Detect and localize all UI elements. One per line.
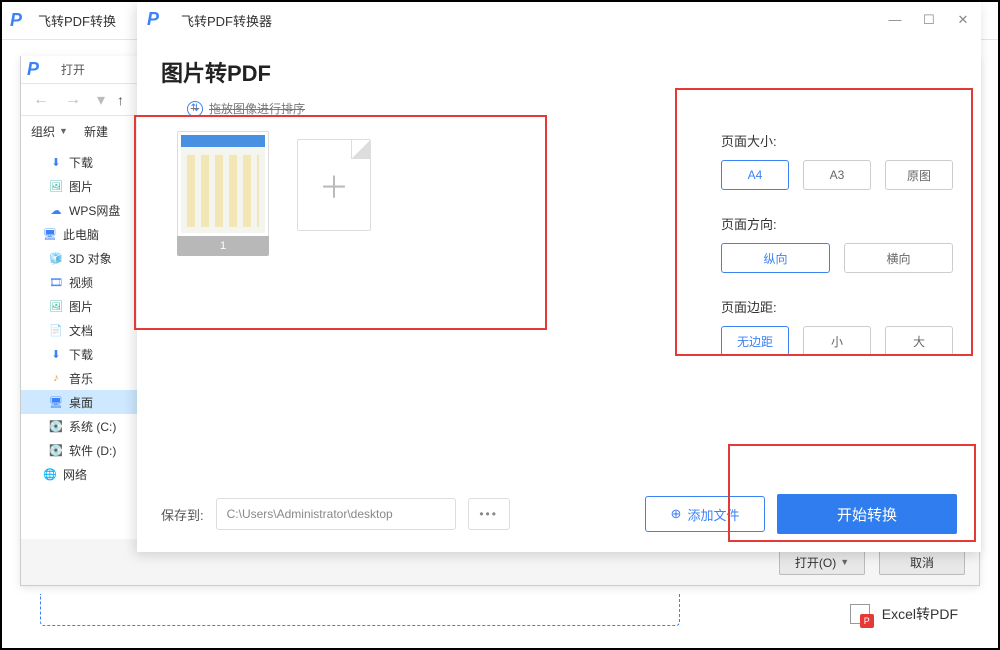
desktop-icon: 🖥	[49, 395, 63, 409]
converter-titlebar: P 飞转PDF转换器 ― ☐ ✕	[137, 2, 981, 38]
maximize-icon[interactable]: ☐	[921, 12, 937, 28]
sidebar-item[interactable]: ♪ 音乐	[21, 366, 142, 390]
option-button[interactable]: 无边距	[721, 326, 789, 356]
sidebar-item[interactable]: ⬇ 下载	[21, 150, 142, 174]
thumbnail-index: 1	[177, 236, 269, 256]
orientation-label: 页面方向:	[721, 214, 953, 233]
page-size-label: 页面大小:	[721, 131, 953, 150]
organize-menu[interactable]: 组织▼	[31, 123, 68, 140]
option-button[interactable]: 原图	[885, 160, 953, 190]
sidebar-item[interactable]: 🎞 视频	[21, 270, 142, 294]
browse-button[interactable]: •••	[468, 498, 510, 530]
sidebar-item-label: 视频	[69, 274, 93, 291]
sidebar-item-label: 下载	[69, 346, 93, 363]
excel-pdf-icon	[850, 604, 870, 624]
converter-window: P 飞转PDF转换器 ― ☐ ✕ 图片转PDF ⇅ 拖放图像进行排序 1 ＋	[137, 2, 981, 552]
download-icon: ⬇	[49, 347, 63, 361]
music-icon: ♪	[49, 371, 63, 385]
sidebar-item-label: 网络	[63, 466, 87, 483]
sidebar-item-label: WPS网盘	[69, 202, 120, 219]
thumbnails-area[interactable]: 1 ＋	[137, 131, 721, 380]
option-button[interactable]: 纵向	[721, 243, 830, 273]
margin-label: 页面边距:	[721, 297, 953, 316]
dashed-drop-border	[40, 594, 680, 626]
chevron-down-icon: ▼	[59, 126, 68, 136]
cube-icon: 🧊	[49, 251, 63, 265]
image-thumbnail[interactable]: 1	[177, 131, 269, 256]
option-button[interactable]: 小	[803, 326, 871, 356]
new-folder-button[interactable]: 新建	[84, 123, 108, 140]
add-file-button[interactable]: ⊕ 添加文件	[645, 496, 765, 532]
sidebar-item[interactable]: 🌐 网络	[21, 462, 142, 486]
file-dialog-sidebar: ⬇ 下载 🖼 图片 ☁ WPS网盘 🖥 此电脑🧊 3D 对象 🎞 视频 🖼 图片 📄 文档 ⬇ 下载 ♪ 音乐 🖥 桌面…	[21, 146, 143, 539]
sidebar-item-label: 桌面	[69, 394, 93, 411]
options-panel: 页面大小: A4 A3 原图 页面方向: 纵向横向 页面边距: 无边距小大	[721, 131, 981, 380]
nav-recent-icon[interactable]: ▾	[93, 90, 109, 110]
sidebar-item-label: 此电脑	[63, 226, 99, 243]
option-button[interactable]: 横向	[844, 243, 953, 273]
sidebar-item-label: 下载	[69, 154, 93, 171]
option-button[interactable]: A4	[721, 160, 789, 190]
converter-title: 飞转PDF转换器	[181, 11, 272, 30]
drop-hint: ⇅ 拖放图像进行排序	[187, 100, 981, 117]
app-logo-icon: P	[27, 59, 49, 81]
sidebar-item[interactable]: 📄 文档	[21, 318, 142, 342]
excel-to-pdf-item[interactable]: Excel转PDF	[850, 604, 958, 624]
add-image-placeholder[interactable]: ＋	[297, 139, 371, 231]
save-path-input[interactable]: C:\Users\Administrator\desktop	[216, 498, 456, 530]
wps-icon: ☁	[49, 203, 63, 217]
picture-icon: 🖼	[49, 299, 63, 313]
app-logo-icon: P	[10, 10, 32, 32]
sidebar-item[interactable]: 🖼 图片	[21, 174, 142, 198]
download-icon: ⬇	[49, 155, 63, 169]
nav-forward-icon[interactable]: →	[61, 91, 85, 109]
page-heading: 图片转PDF	[161, 56, 981, 88]
sidebar-item[interactable]: 🖥 桌面	[21, 390, 142, 414]
swap-icon: ⇅	[187, 101, 203, 117]
sidebar-item-label: 图片	[69, 298, 93, 315]
net-icon: 🌐	[43, 467, 57, 481]
sidebar-item[interactable]: 🖥 此电脑	[21, 222, 142, 246]
sidebar-item-label: 系统 (C:)	[69, 418, 116, 435]
sidebar-item[interactable]: 🖼 图片	[21, 294, 142, 318]
disk-icon: 💽	[49, 419, 63, 433]
bg-app-title: 飞转PDF转换	[38, 11, 116, 30]
doc-icon: 📄	[49, 323, 63, 337]
pc-icon: 🖥	[43, 227, 57, 241]
sidebar-item-label: 文档	[69, 322, 93, 339]
sidebar-item-label: 图片	[69, 178, 93, 195]
open-button[interactable]: 打开(O)▼	[779, 549, 865, 575]
cancel-button[interactable]: 取消	[879, 549, 965, 575]
app-logo-icon: P	[147, 9, 169, 31]
sidebar-item-label: 音乐	[69, 370, 93, 387]
disk-icon: 💽	[49, 443, 63, 457]
sidebar-item-label: 3D 对象	[69, 250, 112, 267]
picture-icon: 🖼	[49, 179, 63, 193]
start-convert-button[interactable]: 开始转换	[777, 494, 957, 534]
minimize-icon[interactable]: ―	[887, 12, 903, 28]
plus-icon: ⊕	[671, 506, 682, 522]
sidebar-item-label: 软件 (D:)	[69, 442, 116, 459]
sidebar-item[interactable]: 💽 系统 (C:)	[21, 414, 142, 438]
converter-bottom-bar: 保存到: C:\Users\Administrator\desktop ••• …	[137, 494, 981, 534]
file-dialog-title: 打开	[61, 61, 85, 78]
sidebar-item[interactable]: ⬇ 下载	[21, 342, 142, 366]
save-to-label: 保存到:	[161, 505, 204, 524]
video-icon: 🎞	[49, 275, 63, 289]
option-button[interactable]: 大	[885, 326, 953, 356]
excel-item-label: Excel转PDF	[882, 604, 958, 624]
nav-up-icon[interactable]: ↑	[117, 92, 124, 108]
option-button[interactable]: A3	[803, 160, 871, 190]
close-icon[interactable]: ✕	[955, 12, 971, 28]
sidebar-item[interactable]: 🧊 3D 对象	[21, 246, 142, 270]
sidebar-item[interactable]: ☁ WPS网盘	[21, 198, 142, 222]
sidebar-item[interactable]: 💽 软件 (D:)	[21, 438, 142, 462]
chevron-down-icon: ▼	[840, 557, 849, 567]
nav-back-icon[interactable]: ←	[29, 91, 53, 109]
drop-hint-text: 拖放图像进行排序	[209, 100, 305, 117]
